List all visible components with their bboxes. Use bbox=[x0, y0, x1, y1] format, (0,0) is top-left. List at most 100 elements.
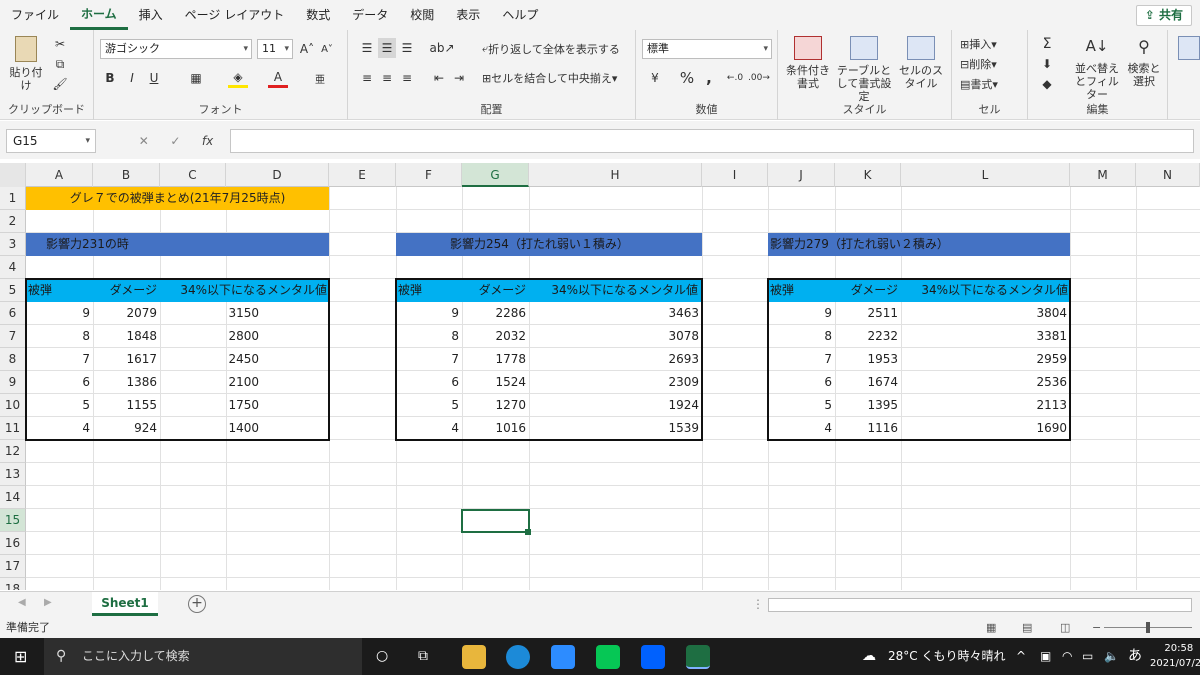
battery-icon[interactable]: ▭ bbox=[1082, 638, 1093, 675]
font-name-select[interactable]: 游ゴシック ▾ bbox=[100, 39, 252, 59]
weather-text[interactable]: 28°C くもり時々晴れ bbox=[888, 638, 1005, 675]
table-cell[interactable]: 1116 bbox=[835, 417, 901, 440]
cortana-icon[interactable]: ○ bbox=[376, 638, 388, 675]
find-select-button[interactable]: ⚲ 検索と選択 bbox=[1124, 34, 1164, 88]
table-cell[interactable]: 7 bbox=[26, 348, 93, 371]
scroll-right-icon[interactable]: ▶ bbox=[44, 597, 52, 608]
row-header[interactable]: 7 bbox=[0, 325, 26, 348]
table-cell[interactable]: 2232 bbox=[835, 325, 901, 348]
phonetic-icon[interactable]: 亜 bbox=[310, 68, 330, 88]
table-cell[interactable]: 2286 bbox=[462, 302, 529, 325]
fill-color-icon[interactable]: ◈ bbox=[228, 68, 248, 88]
currency-icon[interactable]: ¥ bbox=[644, 68, 666, 88]
row-header[interactable]: 2 bbox=[0, 210, 26, 233]
cut-icon[interactable]: ✂ bbox=[52, 36, 68, 52]
table-cell[interactable]: 1778 bbox=[462, 348, 529, 371]
align-top-icon[interactable]: ☰ bbox=[358, 38, 376, 58]
check-icon[interactable]: ✓ bbox=[170, 134, 180, 148]
cell-styles-button[interactable]: セルのスタイル bbox=[896, 36, 946, 90]
page-break-view-icon[interactable]: ◫ bbox=[1060, 618, 1070, 638]
fill-icon[interactable]: ⬇ bbox=[1038, 55, 1056, 73]
row-header[interactable]: 13 bbox=[0, 463, 26, 486]
table-cell[interactable]: 2113 bbox=[901, 394, 1070, 417]
row-header[interactable]: 3 bbox=[0, 233, 26, 256]
col-header-g[interactable]: G bbox=[462, 163, 529, 187]
table-cell[interactable]: 3078 bbox=[529, 325, 702, 348]
tab-formulas[interactable]: 数式 bbox=[295, 0, 341, 30]
network-icon[interactable]: ◠ bbox=[1062, 638, 1072, 675]
tray-app-icon[interactable]: ▣ bbox=[1040, 638, 1051, 675]
table-cell[interactable]: 5 bbox=[26, 394, 93, 417]
edge-icon[interactable] bbox=[506, 645, 530, 669]
table-cell[interactable]: 2100 bbox=[160, 371, 262, 394]
insert-cells-button[interactable]: ⊞ 挿入 ▾ bbox=[960, 35, 997, 53]
align-right-icon[interactable]: ≡ bbox=[398, 68, 416, 88]
table1-header[interactable]: 影響力231の時 bbox=[26, 233, 329, 256]
col-header-e[interactable]: E bbox=[329, 163, 396, 187]
clock[interactable]: 20:58 2021/07/25 bbox=[1150, 638, 1200, 675]
page-layout-view-icon[interactable]: ▤ bbox=[1022, 618, 1032, 638]
analyze-data-icon[interactable] bbox=[1178, 36, 1200, 60]
table-cell[interactable]: 2309 bbox=[529, 371, 702, 394]
table-cell[interactable]: 1953 bbox=[835, 348, 901, 371]
row-header[interactable]: 17 bbox=[0, 555, 26, 578]
increase-decimal-icon[interactable]: ←.0 bbox=[724, 68, 746, 88]
zoom-icon[interactable] bbox=[551, 645, 575, 669]
table-cell[interactable]: 4 bbox=[768, 417, 835, 440]
row-header[interactable]: 9 bbox=[0, 371, 26, 394]
taskbar-search[interactable]: ⚲ ここに入力して検索 bbox=[44, 638, 362, 675]
delete-cells-button[interactable]: ⊟ 削除 ▾ bbox=[960, 55, 997, 73]
table-cell[interactable]: 6 bbox=[396, 371, 462, 394]
share-button[interactable]: ⇪ 共有 bbox=[1135, 5, 1192, 26]
format-as-table-button[interactable]: テーブルとして書式設定 bbox=[834, 36, 894, 103]
table-cell[interactable]: 2079 bbox=[93, 302, 160, 325]
row-header[interactable]: 10 bbox=[0, 394, 26, 417]
autosum-icon[interactable]: Σ bbox=[1038, 35, 1056, 53]
scroll-left-icon[interactable]: ◀ bbox=[18, 597, 26, 608]
tab-review[interactable]: 校閲 bbox=[399, 0, 445, 30]
increase-indent-icon[interactable]: ⇥ bbox=[450, 68, 468, 88]
tab-file[interactable]: ファイル bbox=[0, 0, 70, 30]
italic-icon[interactable]: I bbox=[124, 68, 140, 88]
table-cell[interactable]: 3463 bbox=[529, 302, 702, 325]
align-center-icon[interactable]: ≡ bbox=[378, 68, 396, 88]
tab-page-layout[interactable]: ページ レイアウト bbox=[174, 0, 296, 30]
comma-icon[interactable]: , bbox=[700, 68, 718, 88]
row-header[interactable]: 11 bbox=[0, 417, 26, 440]
table-cell[interactable]: 1848 bbox=[93, 325, 160, 348]
col-header-l[interactable]: L bbox=[901, 163, 1070, 187]
paste-button[interactable]: 貼り付け bbox=[6, 36, 46, 92]
col-header-d[interactable]: D bbox=[226, 163, 329, 187]
table-cell[interactable]: 2450 bbox=[160, 348, 262, 371]
col-header-m[interactable]: M bbox=[1070, 163, 1136, 187]
shrink-font-icon[interactable]: A˅ bbox=[318, 39, 336, 59]
tab-home[interactable]: ホーム bbox=[70, 0, 128, 30]
align-bottom-icon[interactable]: ☰ bbox=[398, 38, 416, 58]
tab-data[interactable]: データ bbox=[341, 0, 399, 30]
table-cell[interactable]: 8 bbox=[768, 325, 835, 348]
percent-icon[interactable]: % bbox=[676, 68, 698, 88]
table-cell[interactable]: 1750 bbox=[160, 394, 262, 417]
row-header[interactable]: 12 bbox=[0, 440, 26, 463]
underline-icon[interactable]: U bbox=[146, 68, 162, 88]
table-cell[interactable]: 1395 bbox=[835, 394, 901, 417]
font-color-icon[interactable]: A bbox=[268, 68, 288, 88]
conditional-format-button[interactable]: 条件付き書式 bbox=[784, 36, 832, 90]
ime-indicator[interactable]: あ bbox=[1128, 638, 1142, 675]
sheet-title[interactable]: グレ７での被弾まとめ(21年7月25時点) bbox=[26, 187, 329, 210]
dropbox-icon[interactable] bbox=[641, 645, 665, 669]
col-header-a[interactable]: A bbox=[26, 163, 93, 187]
table-cell[interactable]: 1690 bbox=[901, 417, 1070, 440]
orientation-icon[interactable]: ab↗ bbox=[429, 38, 454, 58]
decrease-decimal-icon[interactable]: .00→ bbox=[748, 68, 770, 88]
zoom-out-icon[interactable]: − bbox=[1092, 618, 1101, 638]
table-cell[interactable]: 4 bbox=[396, 417, 462, 440]
fill-handle[interactable] bbox=[525, 529, 531, 535]
table-cell[interactable]: 1539 bbox=[529, 417, 702, 440]
table-cell[interactable]: 7 bbox=[396, 348, 462, 371]
row-header[interactable]: 4 bbox=[0, 256, 26, 279]
wrap-text-button[interactable]: ⤶ 折り返して全体を表示する bbox=[482, 39, 620, 59]
table-cell[interactable]: 4 bbox=[26, 417, 93, 440]
col-header-j[interactable]: J bbox=[768, 163, 835, 187]
format-painter-icon[interactable]: 🖌 bbox=[52, 76, 68, 92]
